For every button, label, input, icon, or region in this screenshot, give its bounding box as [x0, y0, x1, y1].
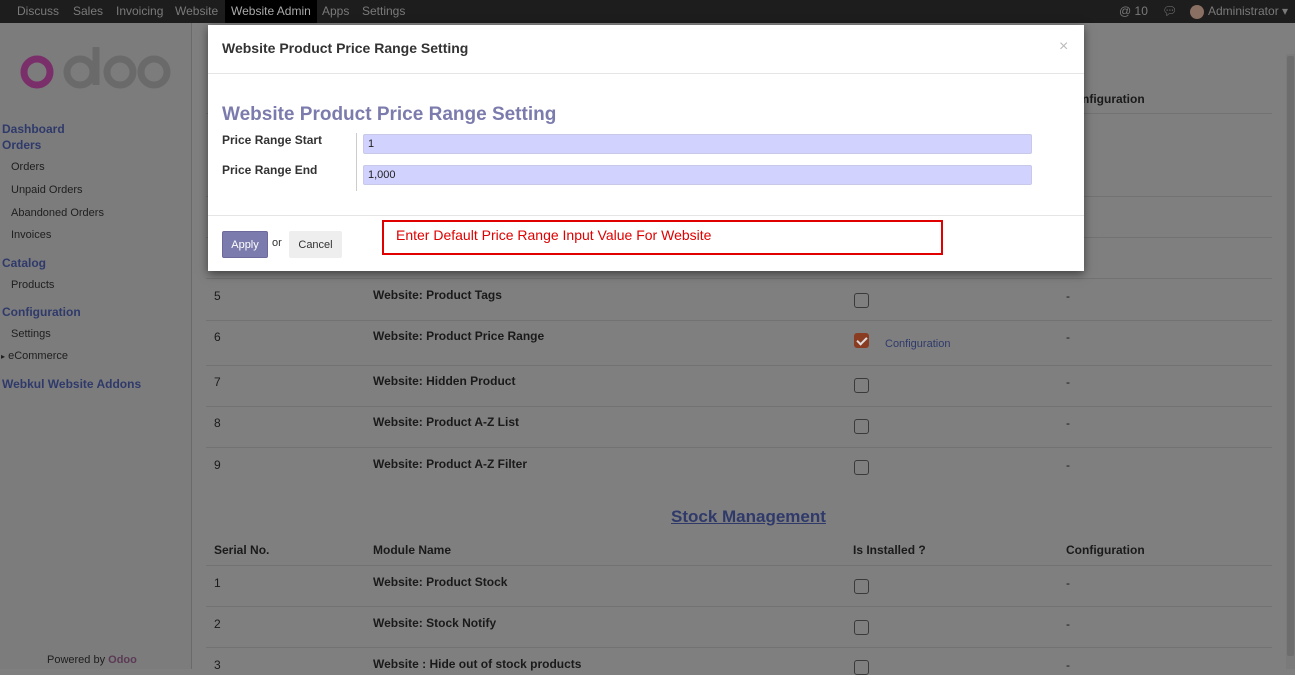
dialog-title: Website Product Price Range Setting [222, 40, 469, 56]
notification-count: 10 [1134, 4, 1148, 18]
row-serial: 7 [214, 375, 221, 389]
row-configuration: - [1066, 330, 1070, 344]
sidebar-section-catalog: Catalog [2, 256, 47, 270]
row-serial: 5 [214, 289, 221, 303]
row-serial: 6 [214, 330, 221, 344]
row-serial: 1 [214, 576, 221, 590]
price-range-start-input[interactable] [363, 134, 1032, 154]
installed-checkbox[interactable] [854, 460, 869, 475]
row-serial: 3 [214, 658, 221, 672]
sidebar-item-products[interactable]: Products [11, 279, 54, 291]
caret-down-icon: ▾ [1282, 4, 1289, 18]
form-title: Website Product Price Range Setting [222, 104, 557, 125]
sidebar-item-ecommerce[interactable]: ▸ eCommerce [1, 350, 68, 362]
row-serial: 9 [214, 458, 221, 472]
avatar [1190, 4, 1204, 19]
row-serial: 2 [214, 617, 221, 631]
row-module-name: Website: Product A-Z List [373, 415, 520, 429]
sidebar: Dashboard Orders Orders Unpaid Orders Ab… [0, 23, 192, 669]
installed-checkbox[interactable] [854, 293, 869, 308]
notifications-button[interactable]: @ 10 [1119, 0, 1148, 23]
installed-checkbox[interactable] [854, 333, 869, 348]
row-serial: 8 [214, 416, 221, 430]
sidebar-item-orders[interactable]: Orders [11, 161, 45, 173]
powered-by: Powered by Odoo [47, 654, 137, 666]
table-divider [206, 565, 1272, 566]
chat-icon[interactable]: 💬︎ [1162, 0, 1177, 23]
dialog-footer: Apply or Cancel Enter Default Price Rang… [208, 215, 1084, 272]
row-configuration: - [1066, 289, 1070, 303]
sidebar-item-unpaid-orders[interactable]: Unpaid Orders [11, 184, 83, 196]
row-configuration: - [1066, 658, 1070, 672]
sidebar-item-ecommerce-label: eCommerce [8, 350, 68, 362]
row-configuration: - [1066, 458, 1070, 472]
menu-discuss[interactable]: Discuss [11, 0, 65, 23]
table-divider [206, 406, 1272, 407]
header-is-installed: Is Installed ? [853, 543, 926, 557]
sidebar-section-webkul-addons[interactable]: Webkul Website Addons [2, 377, 141, 391]
sidebar-item-settings[interactable]: Settings [11, 328, 51, 340]
header-serial: Serial No. [214, 543, 270, 557]
cancel-button[interactable]: Cancel [289, 231, 342, 258]
apply-button[interactable]: Apply [222, 231, 268, 258]
row-configuration: - [1066, 576, 1070, 590]
price-range-start-label: Price Range Start [222, 133, 323, 147]
header-module-name: Module Name [373, 543, 452, 557]
row-module-name: Website: Hidden Product [373, 374, 516, 388]
form-divider [356, 133, 357, 191]
row-configuration: - [1066, 416, 1070, 430]
odoo-logo [20, 47, 171, 89]
installed-checkbox[interactable] [854, 579, 869, 594]
sidebar-item-abandoned-orders[interactable]: Abandoned Orders [11, 207, 104, 219]
row-configuration: - [1066, 617, 1070, 631]
caret-right-icon: ▸ [1, 352, 6, 361]
powered-by-brand[interactable]: Odoo [108, 654, 137, 666]
section-title-stock-management: Stock Management [671, 507, 826, 526]
menu-invoicing[interactable]: Invoicing [110, 0, 169, 23]
user-menu[interactable]: Administrator ▾ [1190, 0, 1288, 23]
row-module-name: Website: Product A-Z Filter [373, 457, 528, 471]
at-icon: @ [1119, 4, 1132, 18]
powered-by-text: Powered by [47, 654, 106, 666]
table-divider [206, 320, 1272, 321]
table-divider [206, 278, 1272, 279]
sidebar-section-dashboard[interactable]: Dashboard [2, 122, 65, 136]
installed-checkbox[interactable] [854, 660, 869, 675]
close-icon[interactable]: × [1059, 38, 1068, 56]
row-module-name: Website: Product Tags [373, 288, 502, 302]
row-module-name: Website: Product Stock [373, 575, 508, 589]
table-divider [206, 365, 1272, 366]
price-range-end-input[interactable] [363, 165, 1032, 185]
table-divider [206, 647, 1272, 648]
row-module-name: Website: Stock Notify [373, 616, 497, 630]
menu-apps[interactable]: Apps [316, 0, 355, 23]
dialog-header: Website Product Price Range Setting × [208, 25, 1084, 74]
row-configuration: - [1066, 375, 1070, 389]
installed-checkbox[interactable] [854, 620, 869, 635]
configuration-link[interactable]: Configuration [885, 338, 950, 350]
price-range-dialog: Website Product Price Range Setting × We… [208, 25, 1084, 271]
row-module-name: Website: Product Price Range [373, 329, 545, 343]
scrollbar-thumb[interactable] [1287, 56, 1294, 656]
vertical-scrollbar[interactable] [1286, 54, 1295, 669]
table-divider [206, 606, 1272, 607]
annotation-callout: Enter Default Price Range Input Value Fo… [382, 220, 943, 255]
header-configuration: Configuration [1066, 543, 1145, 557]
sidebar-section-configuration: Configuration [2, 305, 81, 319]
menu-sales[interactable]: Sales [67, 0, 109, 23]
menu-website[interactable]: Website [169, 0, 224, 23]
menu-settings[interactable]: Settings [356, 0, 411, 23]
sidebar-section-orders: Orders [2, 138, 42, 152]
price-range-end-label: Price Range End [222, 163, 318, 177]
installed-checkbox[interactable] [854, 378, 869, 393]
user-name: Administrator [1208, 4, 1279, 18]
top-navbar: Discuss Sales Invoicing Website Website … [0, 0, 1295, 23]
or-text: or [272, 237, 282, 249]
table-divider [206, 447, 1272, 448]
installed-checkbox[interactable] [854, 419, 869, 434]
sidebar-item-invoices[interactable]: Invoices [11, 229, 51, 241]
menu-website-admin[interactable]: Website Admin [225, 0, 317, 23]
